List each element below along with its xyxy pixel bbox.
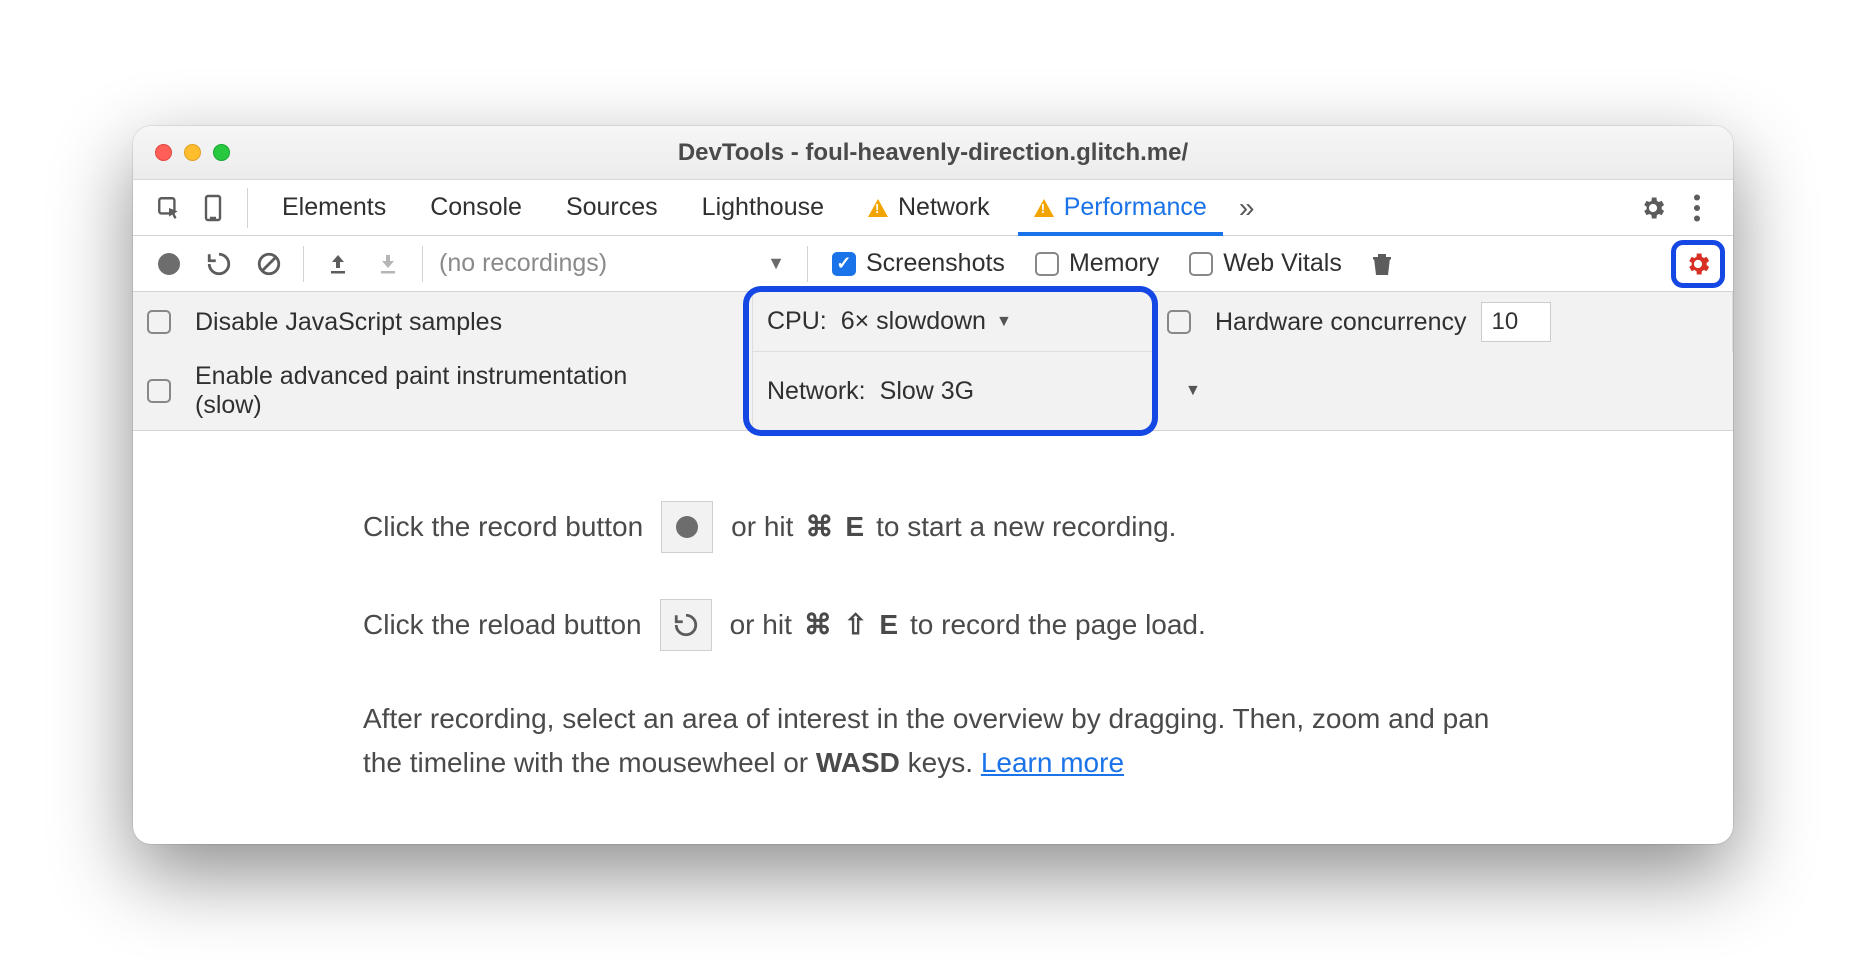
- window-title: DevTools - foul-heavenly-direction.glitc…: [133, 139, 1733, 167]
- collect-garbage-button[interactable]: [1360, 242, 1404, 286]
- hardware-concurrency-input[interactable]: 10: [1481, 302, 1551, 342]
- capture-settings-panel: Disable JavaScript samples CPU: 6× slowd…: [133, 292, 1733, 431]
- checkbox-icon: [1167, 310, 1191, 334]
- zoom-window-button[interactable]: [213, 144, 230, 161]
- divider: [422, 246, 423, 282]
- capture-settings-button[interactable]: [1671, 240, 1725, 288]
- kbd: E: [879, 603, 898, 646]
- checkbox-label: Web Vitals: [1223, 249, 1342, 278]
- kbd: ⌘: [805, 505, 833, 548]
- tab-sources[interactable]: Sources: [544, 180, 680, 235]
- load-profile-button[interactable]: [316, 242, 360, 286]
- window-controls: [155, 144, 230, 161]
- warning-icon: [1034, 199, 1054, 217]
- field-label: CPU:: [767, 307, 827, 336]
- memory-checkbox[interactable]: Memory: [1023, 249, 1171, 278]
- tab-lighthouse[interactable]: Lighthouse: [680, 180, 846, 235]
- save-profile-button[interactable]: [366, 242, 410, 286]
- recordings-label: (no recordings): [439, 249, 607, 278]
- record-icon: [661, 501, 713, 553]
- tab-elements[interactable]: Elements: [260, 180, 408, 235]
- cpu-throttle-select[interactable]: CPU: 6× slowdown ▼: [753, 292, 1153, 352]
- tab-label: Sources: [566, 193, 658, 222]
- performance-toolbar: (no recordings) ▼ Screenshots Memory Web…: [133, 236, 1733, 292]
- checkbox-label: Screenshots: [866, 249, 1005, 278]
- screenshots-checkbox[interactable]: Screenshots: [820, 249, 1017, 278]
- titlebar: DevTools - foul-heavenly-direction.glitc…: [133, 126, 1733, 180]
- divider: [247, 188, 248, 228]
- kebab-menu-icon[interactable]: [1675, 186, 1719, 230]
- tab-console[interactable]: Console: [408, 180, 544, 235]
- checkbox-icon: [147, 310, 171, 334]
- checkbox-icon: [1035, 252, 1059, 276]
- divider: [303, 246, 304, 282]
- minimize-window-button[interactable]: [184, 144, 201, 161]
- select-value: Slow 3G: [880, 377, 974, 406]
- more-tabs-button[interactable]: »: [1229, 192, 1265, 224]
- checkbox-icon: [1189, 252, 1213, 276]
- kbd: E: [845, 505, 864, 548]
- checkbox-label: Hardware concurrency: [1215, 308, 1467, 337]
- kbd: ⇧: [844, 603, 867, 646]
- chevron-down-icon: ▼: [996, 313, 1012, 331]
- learn-more-link[interactable]: Learn more: [981, 747, 1124, 778]
- checkbox-label: Enable advanced paint instrumentation (s…: [195, 362, 627, 420]
- panel-tabs: Elements Console Sources Lighthouse Netw…: [133, 180, 1733, 236]
- recordings-dropdown[interactable]: (no recordings) ▼: [435, 249, 795, 278]
- record-button[interactable]: [147, 242, 191, 286]
- kbd: ⌘: [804, 603, 832, 646]
- network-throttle-select[interactable]: Network: Slow 3G: [753, 352, 1153, 430]
- empty-state-hints: Click the record button or hit ⌘ E to st…: [133, 431, 1733, 844]
- disable-js-samples-checkbox[interactable]: Disable JavaScript samples: [133, 292, 753, 352]
- close-window-button[interactable]: [155, 144, 172, 161]
- input-value: 10: [1492, 308, 1519, 336]
- checkbox-icon: [832, 252, 856, 276]
- chevron-down-icon: ▼: [1185, 382, 1201, 400]
- kbd: WASD: [816, 747, 900, 778]
- settings-icon[interactable]: [1631, 186, 1675, 230]
- tab-network[interactable]: Network: [846, 180, 1012, 235]
- device-toolbar-icon[interactable]: [191, 186, 235, 230]
- chevron-down-icon: ▼: [767, 253, 785, 274]
- checkbox-icon: [147, 379, 171, 403]
- hardware-concurrency-row: Hardware concurrency 10: [1153, 292, 1733, 352]
- select-value: 6× slowdown: [841, 307, 986, 336]
- tab-label: Performance: [1064, 193, 1207, 222]
- empty-cell: ▼: [1153, 352, 1733, 430]
- tab-performance[interactable]: Performance: [1012, 180, 1229, 235]
- web-vitals-checkbox[interactable]: Web Vitals: [1177, 249, 1354, 278]
- hint-record: Click the record button or hit ⌘ E to st…: [363, 501, 1503, 553]
- tab-label: Network: [898, 193, 990, 222]
- inspect-element-icon[interactable]: [147, 186, 191, 230]
- tab-label: Lighthouse: [702, 193, 824, 222]
- reload-record-button[interactable]: [197, 242, 241, 286]
- devtools-window: DevTools - foul-heavenly-direction.glitc…: [133, 126, 1733, 844]
- checkbox-label: Disable JavaScript samples: [195, 308, 502, 337]
- field-label: Network:: [767, 377, 866, 406]
- tab-label: Elements: [282, 193, 386, 222]
- warning-icon: [868, 199, 888, 217]
- hint-navigate: After recording, select an area of inter…: [363, 697, 1503, 784]
- reload-icon: [660, 599, 712, 651]
- advanced-paint-checkbox[interactable]: Enable advanced paint instrumentation (s…: [133, 352, 753, 430]
- hardware-concurrency-checkbox[interactable]: Hardware concurrency: [1167, 308, 1467, 337]
- divider: [807, 246, 808, 282]
- clear-button[interactable]: [247, 242, 291, 286]
- hint-reload: Click the reload button or hit ⌘ ⇧ E to …: [363, 599, 1503, 651]
- tab-label: Console: [430, 193, 522, 222]
- checkbox-label: Memory: [1069, 249, 1159, 278]
